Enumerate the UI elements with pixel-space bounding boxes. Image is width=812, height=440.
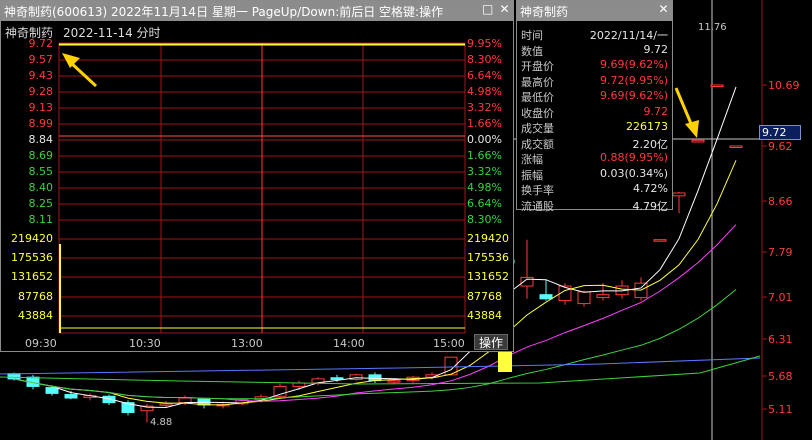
pct-label: 3.32%	[467, 165, 502, 178]
candle-body	[710, 84, 724, 87]
axis-label: 10.69	[768, 79, 800, 92]
highlight-candle	[498, 352, 512, 372]
candle-body	[178, 397, 192, 404]
price-label: 9.28	[28, 85, 54, 98]
info-row-value: 0.03(0.34%)	[599, 166, 668, 180]
intraday-grid	[58, 42, 466, 334]
volume-label: 43884	[467, 309, 502, 322]
pct-label: 3.32%	[467, 101, 502, 114]
price-label: 8.69	[28, 149, 54, 162]
candle-body	[7, 373, 21, 380]
time-label: 13:00	[231, 337, 263, 350]
pct-label: 4.98%	[467, 181, 502, 194]
info-titlebar[interactable]: 神奇制药 ✕	[517, 1, 672, 21]
price-label: 8.11	[28, 213, 54, 226]
axis-label: 7.01	[768, 291, 793, 304]
info-row-value: 9.69(9.62%)	[599, 58, 668, 71]
info-row: 时间 2022/11/14/一	[517, 25, 672, 42]
candle-body	[691, 139, 705, 143]
info-row-value: 9.69(9.62%)	[599, 89, 668, 102]
pct-label: 6.64%	[467, 197, 502, 210]
pct-label: 0.00%	[467, 133, 502, 146]
axis-label: 8.66	[768, 195, 793, 208]
period-high-marker: 11.76	[698, 22, 727, 33]
info-row: 数值 9.72	[517, 41, 672, 58]
candle-body	[330, 377, 344, 380]
info-row: 换手率 4.72%	[517, 180, 672, 197]
info-row: 最低价 9.69(9.62%)	[517, 87, 672, 104]
candle-body	[45, 387, 59, 394]
info-row: 收盘价 9.72	[517, 103, 672, 120]
volume-label: 87768	[18, 290, 53, 303]
period-low-marker: 4.88	[150, 417, 173, 428]
info-row: 开盘价 9.69(9.62%)	[517, 56, 672, 73]
info-row-value: 226173	[626, 120, 668, 133]
volume-label: 131652	[11, 270, 53, 283]
price-label: 9.72	[28, 37, 54, 50]
candle-body	[596, 294, 610, 299]
axis-label: 7.79	[768, 246, 793, 259]
pct-label: 1.66%	[467, 149, 502, 162]
ma120-line	[0, 357, 761, 375]
info-row-key: 流通股	[521, 199, 554, 213]
candle-body	[672, 192, 686, 197]
price-label: 9.13	[28, 101, 54, 114]
axis-label: 5.68	[768, 370, 793, 383]
candle-body	[387, 380, 401, 383]
volume-label: 219420	[467, 232, 509, 245]
volume-label: 219420	[11, 232, 53, 245]
price-label: 8.84	[28, 133, 54, 146]
intraday-window[interactable]: 神奇制药(600613) 2022年11月14日 星期一 PageUp/Down…	[0, 0, 514, 352]
pct-label: 4.98%	[467, 85, 502, 98]
candle-body	[539, 294, 553, 300]
info-window[interactable]: 神奇制药 ✕ 时间 2022/11/14/一 数值 9.72 开盘价 9.69(9.62%…	[516, 0, 673, 213]
price-label: 9.43	[28, 69, 54, 82]
price-label: 8.25	[28, 197, 54, 210]
info-row: 成交量 226173	[517, 118, 672, 135]
price-label: 8.55	[28, 165, 54, 178]
price-label: 8.40	[28, 181, 54, 194]
candle-body	[577, 291, 591, 305]
info-row-value: 9.72	[643, 42, 669, 56]
candle-body	[729, 145, 743, 148]
price-label: 9.57	[28, 53, 54, 66]
info-row: 流通股 4.79亿	[517, 196, 672, 213]
info-row: 最高价 9.72(9.95%)	[517, 72, 672, 89]
pct-label: 8.30%	[467, 53, 502, 66]
operate-button[interactable]: 操作	[474, 334, 508, 350]
volume-label: 87768	[467, 290, 502, 303]
info-row-value: 4.79亿	[632, 199, 669, 213]
candle-body	[64, 394, 78, 399]
time-label: 09:30	[25, 337, 57, 350]
info-row-value: 9.72(9.95%)	[599, 73, 668, 87]
pct-label: 8.30%	[467, 213, 502, 226]
volume-label: 131652	[467, 270, 509, 283]
time-label: 10:30	[129, 337, 161, 350]
volume-bar	[59, 244, 61, 333]
volume-label: 43884	[18, 309, 53, 322]
info-window-title: 神奇制药	[520, 5, 569, 19]
pct-label: 1.66%	[467, 117, 502, 130]
candle-body	[653, 239, 667, 242]
last-price-tag: 9.72	[759, 125, 801, 140]
volume-label: 175536	[11, 251, 53, 264]
time-label: 14:00	[333, 337, 365, 350]
price-label: 8.99	[28, 117, 54, 130]
candle-body	[159, 403, 173, 406]
info-row: 成交额 2.20亿	[517, 134, 672, 151]
axis-label: 6.31	[768, 333, 793, 346]
pct-label: 6.64%	[467, 69, 502, 82]
close-icon[interactable]: ✕	[658, 3, 669, 15]
info-row-value: 9.72	[643, 104, 669, 118]
axis-label: 5.11	[768, 403, 793, 416]
time-label: 15:00	[433, 337, 465, 350]
info-row: 涨幅 0.88(9.95%)	[517, 149, 672, 166]
pct-label: 9.95%	[467, 37, 502, 50]
info-row-value: 4.72%	[633, 182, 668, 195]
info-row-value: 0.88(9.95%)	[599, 151, 668, 164]
info-row: 振幅 0.03(0.34%)	[517, 165, 672, 182]
axis-label: 9.62	[768, 140, 793, 153]
volume-label: 175536	[467, 251, 509, 264]
